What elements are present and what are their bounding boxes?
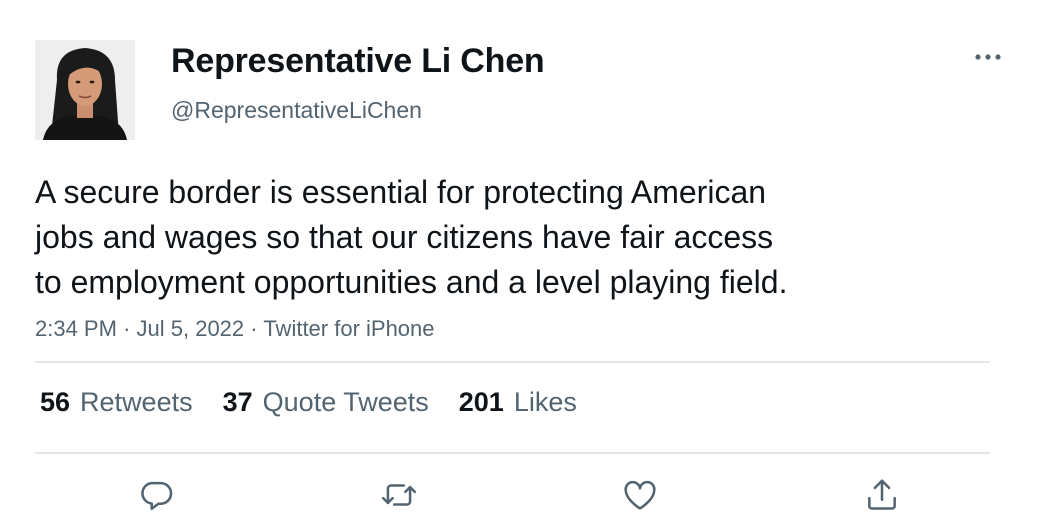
retweet-icon (381, 484, 417, 506)
retweet-button[interactable] (377, 473, 421, 517)
more-horizontal-icon (975, 54, 1001, 60)
meta-separator: · (250, 316, 258, 341)
tweet-text: A secure border is essential for protect… (35, 170, 935, 305)
avatar[interactable] (35, 40, 135, 140)
tweet-source[interactable]: Twitter for iPhone (263, 316, 434, 341)
retweets-stat[interactable]: 56 Retweets (40, 387, 193, 418)
divider (35, 452, 990, 454)
like-button[interactable] (618, 473, 662, 517)
quote-tweets-stat[interactable]: 37 Quote Tweets (223, 387, 429, 418)
retweets-label: Retweets (80, 387, 193, 417)
tweet-actions (0, 473, 1050, 518)
quote-tweets-count: 37 (222, 387, 253, 417)
likes-label: Likes (513, 387, 577, 417)
display-name[interactable]: Representative Li Chen (171, 42, 545, 81)
heart-icon (624, 480, 656, 510)
tweet-text-line: jobs and wages so that our citizens have… (35, 219, 774, 255)
tweet-date[interactable]: Jul 5, 2022 (137, 316, 245, 341)
retweets-count: 56 (40, 387, 71, 417)
tweet-stats: 56 Retweets 37 Quote Tweets 201 Likes (40, 387, 577, 418)
reply-icon (141, 481, 173, 511)
share-icon (868, 479, 896, 510)
meta-separator: · (123, 316, 131, 341)
reply-button[interactable] (134, 473, 178, 517)
likes-count: 201 (458, 387, 504, 417)
user-handle[interactable]: @RepresentativeLiChen (171, 97, 422, 124)
avatar-image (35, 40, 135, 140)
tweet-text-line: A secure border is essential for protect… (35, 174, 767, 210)
tweet-text-line: to employment opportunities and a level … (35, 264, 788, 300)
likes-stat[interactable]: 201 Likes (459, 387, 577, 418)
tweet-time[interactable]: 2:34 PM (35, 316, 117, 341)
share-button[interactable] (860, 473, 904, 517)
tweet-metadata: 2:34 PM · Jul 5, 2022 · Twitter for iPho… (35, 316, 435, 342)
more-options-button[interactable] (968, 42, 1008, 72)
divider (35, 361, 990, 363)
quote-tweets-label: Quote Tweets (262, 387, 429, 417)
tweet-card: Representative Li Chen @RepresentativeLi… (0, 0, 1050, 525)
